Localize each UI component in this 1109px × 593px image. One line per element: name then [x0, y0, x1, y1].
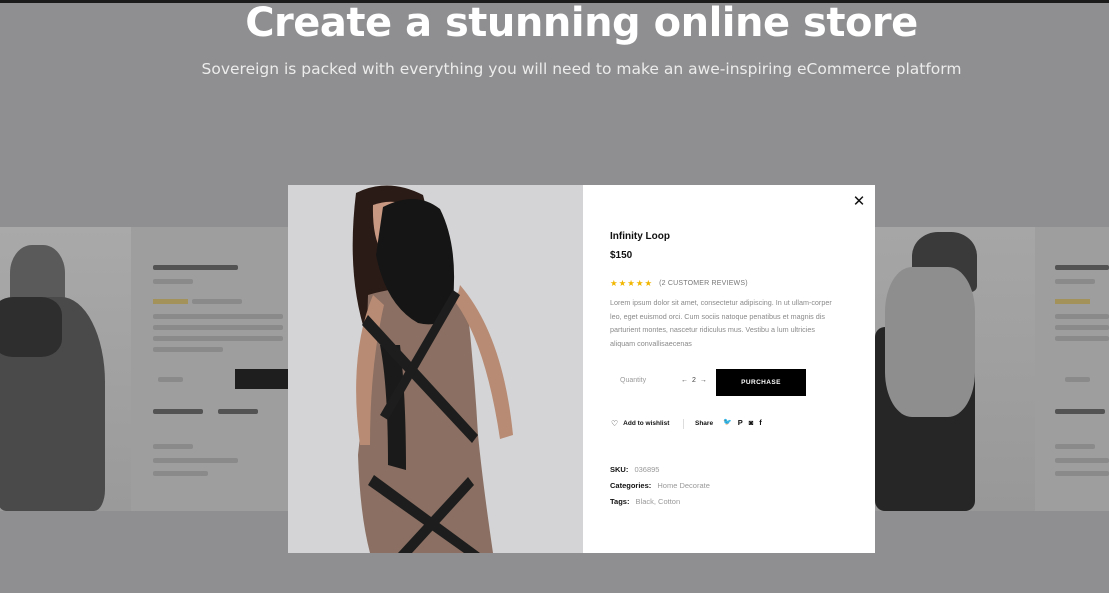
quantity-increase-icon[interactable]: → [700, 377, 707, 384]
product-description: Lorem ipsum dolor sit amet, consectetur … [610, 298, 832, 348]
hero-title: Create a stunning online store [245, 0, 918, 46]
product-image [288, 185, 583, 553]
instagram-icon[interactable]: ◙ [749, 418, 754, 427]
pinterest-icon[interactable]: P [738, 418, 743, 427]
background-product-card-right [860, 227, 1109, 511]
reviews-link[interactable]: (2 CUSTOMER REVIEWS) [659, 280, 748, 287]
product-title: Infinity Loop [610, 231, 670, 242]
add-to-wishlist-link[interactable]: ♡ Add to wishlist [611, 419, 669, 428]
rating-row: ★★★★★ (2 CUSTOMER REVIEWS) [610, 278, 748, 289]
heart-icon: ♡ [611, 419, 619, 428]
background-product-image-left [0, 227, 131, 511]
background-product-card-left [0, 227, 300, 511]
tags-row: Tags: Black, Cotton [610, 497, 680, 506]
sku-row: SKU: 036895 [610, 465, 659, 474]
purchase-button[interactable]: PURCHASE [716, 369, 806, 396]
share-label: Share [695, 420, 714, 427]
tags-links[interactable]: Black, Cotton [636, 497, 681, 506]
social-links: 🐦 P ◙ f [723, 418, 762, 427]
divider [683, 419, 684, 429]
categories-label: Categories: [610, 481, 652, 490]
product-price: $150 [610, 250, 633, 261]
sku-label: SKU: [610, 465, 629, 474]
quantity-decrease-icon[interactable]: ← [681, 377, 688, 384]
product-details: ✕ Infinity Loop $150 ★★★★★ (2 CUSTOMER R… [583, 185, 875, 553]
quantity-value: 2 [692, 377, 696, 384]
hero-subtitle: Sovereign is packed with everything you … [201, 60, 962, 78]
background-product-image-right [860, 227, 1035, 511]
star-rating-icon: ★★★★★ [610, 278, 654, 288]
quantity-stepper[interactable]: ← 2 → [681, 377, 707, 384]
tags-label: Tags: [610, 497, 630, 506]
facebook-icon[interactable]: f [759, 418, 762, 427]
wishlist-label: Add to wishlist [623, 420, 670, 427]
category-link[interactable]: Home Decorate [657, 481, 710, 490]
twitter-icon[interactable]: 🐦 [723, 418, 732, 427]
product-photo-illustration [288, 185, 583, 553]
categories-row: Categories: Home Decorate [610, 481, 710, 490]
quick-view-modal: ✕ Infinity Loop $150 ★★★★★ (2 CUSTOMER R… [288, 185, 875, 553]
close-icon[interactable]: ✕ [851, 193, 867, 209]
quantity-label: Quantity [620, 377, 647, 384]
sku-value: 036895 [634, 465, 660, 474]
